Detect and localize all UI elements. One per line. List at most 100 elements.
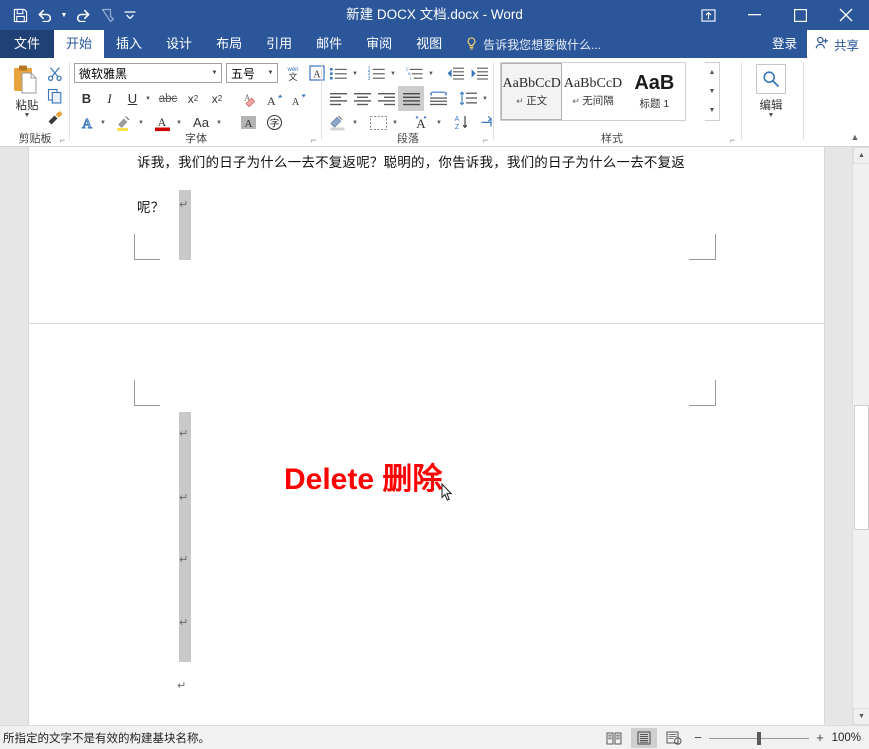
status-message: 所指定的文字不是有效的构建基块名称。 bbox=[0, 730, 210, 746]
format-painter-button[interactable] bbox=[44, 107, 66, 128]
svg-text:A: A bbox=[82, 117, 93, 131]
underline-button[interactable]: U bbox=[122, 88, 143, 109]
multilevel-list-caret-icon[interactable]: ▼ bbox=[426, 63, 436, 84]
web-layout-view-button[interactable] bbox=[661, 728, 687, 748]
svg-text:i: i bbox=[410, 76, 411, 81]
zoom-level-label[interactable]: 100% bbox=[831, 732, 865, 744]
clear-formatting-button[interactable]: A bbox=[236, 88, 260, 109]
ribbon-tab-bar: 文件 开始 插入 设计 布局 引用 邮件 审阅 视图 告诉我您想要做什么... … bbox=[0, 30, 869, 58]
share-button[interactable]: 共享 bbox=[807, 30, 869, 58]
divider-editing bbox=[803, 62, 804, 140]
align-right-button[interactable] bbox=[374, 88, 398, 109]
mouse-cursor bbox=[441, 483, 453, 502]
paragraph-mark-2: ↵ bbox=[179, 491, 188, 504]
line-spacing-button[interactable] bbox=[456, 88, 480, 109]
maximize-icon[interactable] bbox=[777, 0, 823, 30]
editing-button[interactable]: 编辑 ▼ bbox=[750, 62, 792, 119]
distributed-align-button[interactable] bbox=[426, 88, 450, 109]
superscript-button[interactable]: x2 bbox=[206, 88, 228, 109]
phonetic-guide-button[interactable]: wén文 bbox=[282, 62, 304, 83]
paste-dropdown-caret[interactable]: ▼ bbox=[6, 113, 48, 119]
tell-me-box[interactable]: 告诉我您想要做什么... bbox=[466, 30, 601, 58]
strikethrough-button[interactable]: abc bbox=[156, 88, 180, 109]
style-item-heading-1[interactable]: AaB 标题 1 bbox=[624, 63, 685, 120]
document-canvas[interactable]: 诉我，我们的日子为什么一去不复返呢？聪明的，你告诉我，我们的日子为什么一去不复返… bbox=[0, 147, 852, 725]
zoom-slider[interactable] bbox=[709, 728, 809, 748]
clipboard-dialog-launcher[interactable]: ⌐ bbox=[57, 134, 68, 145]
margin-mark-tl-v bbox=[134, 380, 135, 406]
close-icon[interactable] bbox=[823, 0, 869, 30]
justify-button[interactable] bbox=[398, 86, 424, 111]
subscript-button[interactable]: x2 bbox=[182, 88, 204, 109]
style-item-normal[interactable]: AaBbCcD ↵ 正文 bbox=[501, 63, 562, 120]
tab-layout[interactable]: 布局 bbox=[204, 30, 254, 58]
editing-dropdown-caret[interactable]: ▼ bbox=[750, 113, 792, 119]
style-item-no-spacing[interactable]: AaBbCcD ↵ 无间隔 bbox=[562, 63, 623, 120]
numbering-caret-icon[interactable]: ▼ bbox=[388, 63, 398, 84]
tab-file[interactable]: 文件 bbox=[0, 30, 54, 58]
person-icon bbox=[815, 36, 829, 53]
tab-references[interactable]: 引用 bbox=[254, 30, 304, 58]
numbering-button[interactable]: 123 bbox=[364, 63, 388, 84]
minimize-icon[interactable] bbox=[731, 0, 777, 30]
styles-dialog-launcher[interactable]: ⌐ bbox=[727, 134, 738, 145]
print-layout-view-button[interactable] bbox=[631, 728, 657, 748]
window-controls bbox=[685, 0, 869, 30]
styles-scroll-up-icon[interactable]: ▲ bbox=[705, 63, 719, 82]
tab-home[interactable]: 开始 bbox=[54, 30, 104, 58]
redo-icon[interactable] bbox=[71, 3, 95, 27]
group-font: 微软雅黑 ▼ 五号 ▼ wén文 A B I U ▼ abc x2 x2 A bbox=[70, 58, 322, 147]
styles-gallery-scroll: ▲ ▼ ▼ bbox=[705, 62, 720, 121]
line-spacing-caret-icon[interactable]: ▼ bbox=[480, 88, 490, 109]
decrease-indent-button[interactable] bbox=[444, 63, 467, 84]
account-actions: 登录 共享 bbox=[762, 30, 869, 58]
font-dialog-launcher[interactable]: ⌐ bbox=[308, 134, 319, 145]
customize-qat-icon[interactable] bbox=[121, 3, 139, 27]
collapse-ribbon-icon[interactable]: ▲ bbox=[847, 130, 863, 144]
scroll-up-icon[interactable]: ▲ bbox=[853, 147, 869, 164]
touch-mode-icon[interactable] bbox=[96, 3, 120, 27]
multilevel-list-button[interactable]: 1ai bbox=[402, 63, 426, 84]
read-mode-view-button[interactable] bbox=[601, 728, 627, 748]
vertical-scrollbar[interactable]: ▲ ▼ bbox=[852, 147, 869, 725]
grow-font-button[interactable]: A bbox=[264, 88, 286, 109]
underline-caret-icon[interactable]: ▼ bbox=[143, 88, 153, 109]
tab-mailings[interactable]: 邮件 bbox=[304, 30, 354, 58]
styles-scroll-down-icon[interactable]: ▼ bbox=[705, 82, 719, 101]
document-page-2[interactable]: ↵ ↵ ↵ ↵ ↵ Delete 删除 bbox=[28, 323, 825, 725]
save-icon[interactable] bbox=[8, 3, 32, 27]
italic-button[interactable]: I bbox=[99, 88, 120, 109]
paragraph-dialog-launcher[interactable]: ⌐ bbox=[480, 134, 491, 145]
lightbulb-icon bbox=[466, 37, 478, 51]
zoom-slider-handle[interactable] bbox=[757, 732, 761, 745]
copy-button[interactable] bbox=[44, 85, 66, 106]
align-center-button[interactable] bbox=[350, 88, 374, 109]
increase-indent-button[interactable] bbox=[468, 63, 491, 84]
bullets-button[interactable] bbox=[326, 63, 350, 84]
svg-text:A: A bbox=[416, 116, 426, 131]
tab-design[interactable]: 设计 bbox=[154, 30, 204, 58]
font-size-caret-icon[interactable]: ▼ bbox=[264, 70, 277, 76]
styles-more-icon[interactable]: ▼ bbox=[705, 101, 719, 120]
zoom-in-button[interactable]: + bbox=[813, 728, 827, 748]
bold-button[interactable]: B bbox=[76, 88, 97, 109]
scrollbar-thumb[interactable] bbox=[854, 405, 869, 530]
paste-button[interactable]: 粘贴 ▼ bbox=[6, 62, 48, 124]
undo-icon[interactable] bbox=[33, 3, 57, 27]
bullets-caret-icon[interactable]: ▼ bbox=[350, 63, 360, 84]
tab-view[interactable]: 视图 bbox=[404, 30, 454, 58]
font-size-combo[interactable]: 五号 ▼ bbox=[226, 63, 278, 83]
zoom-out-button[interactable]: − bbox=[691, 728, 705, 748]
cut-button[interactable] bbox=[44, 63, 66, 84]
font-name-combo[interactable]: 微软雅黑 ▼ bbox=[74, 63, 222, 83]
shrink-font-button[interactable]: A bbox=[288, 88, 310, 109]
tab-review[interactable]: 审阅 bbox=[354, 30, 404, 58]
align-left-button[interactable] bbox=[326, 88, 350, 109]
font-name-caret-icon[interactable]: ▼ bbox=[208, 70, 221, 76]
sign-in-button[interactable]: 登录 bbox=[762, 30, 807, 58]
undo-dropdown-caret[interactable]: ▼ bbox=[58, 3, 70, 27]
style-preview: AaB bbox=[634, 72, 674, 95]
ribbon-display-options-icon[interactable] bbox=[685, 0, 731, 30]
tab-insert[interactable]: 插入 bbox=[104, 30, 154, 58]
scroll-down-icon[interactable]: ▼ bbox=[853, 708, 869, 725]
